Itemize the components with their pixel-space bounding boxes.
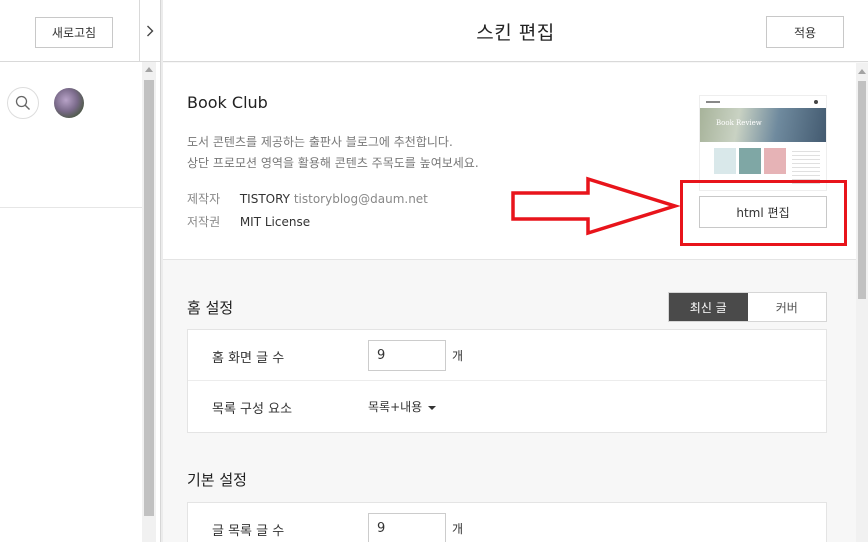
preview-card bbox=[764, 148, 786, 174]
description-line: 상단 프로모션 영역을 활용해 콘텐츠 주목도를 높여보세요. bbox=[187, 156, 479, 170]
scrollbar-thumb[interactable] bbox=[858, 81, 866, 299]
maker-name: TISTORY bbox=[239, 192, 290, 206]
preview-card bbox=[739, 148, 761, 174]
home-settings-title: 홈 설정 bbox=[187, 299, 234, 317]
apply-button[interactable]: 적용 bbox=[766, 16, 844, 48]
preview-nav bbox=[706, 100, 818, 104]
list-components-select[interactable]: 목록+내용 bbox=[368, 398, 437, 415]
preview-card bbox=[714, 148, 736, 174]
right-scrollbar[interactable] bbox=[856, 63, 868, 542]
home-settings-card: 홈 화면 글 수 개 목록 구성 요소 목록+내용 bbox=[187, 329, 827, 433]
select-value: 목록+내용 bbox=[368, 400, 423, 414]
skin-description: 도서 콘텐츠를 제공하는 출판사 블로그에 추천합니다. 상단 프로모션 영역을… bbox=[187, 132, 479, 174]
license-row: 저작권 MIT License bbox=[187, 213, 310, 230]
unit-label: 개 bbox=[452, 349, 464, 363]
preview-hero: Book Review bbox=[700, 108, 826, 142]
divider bbox=[0, 207, 142, 208]
tab-latest-posts[interactable]: 최신 글 bbox=[669, 293, 748, 321]
home-post-count-label: 홈 화면 글 수 bbox=[212, 351, 285, 366]
preview-hero-text: Book Review bbox=[716, 119, 762, 127]
red-arrow-icon bbox=[511, 176, 680, 236]
license-value: MIT License bbox=[239, 215, 311, 229]
unit-label: 개 bbox=[452, 522, 464, 536]
settings-row: 글 목록 글 수 개 bbox=[188, 503, 826, 542]
maker-email: tistoryblog@daum.net bbox=[293, 192, 428, 206]
maker-label: 제작자 bbox=[187, 192, 221, 206]
skin-name: Book Club bbox=[187, 93, 268, 112]
scrollbar-thumb[interactable] bbox=[144, 80, 154, 516]
editor-header: 스킨 편집 적용 bbox=[163, 0, 868, 62]
avatar[interactable] bbox=[54, 88, 84, 118]
scroll-up-icon[interactable] bbox=[145, 67, 153, 72]
scroll-up-icon[interactable] bbox=[858, 69, 866, 74]
home-type-toggle: 최신 글 커버 bbox=[668, 292, 827, 322]
license-label: 저작권 bbox=[187, 215, 221, 229]
maker-row: 제작자 TISTORY tistoryblog@daum.net bbox=[187, 190, 428, 207]
highlight-box bbox=[680, 180, 847, 246]
refresh-button[interactable]: 새로고침 bbox=[35, 17, 113, 48]
left-header: 새로고침 bbox=[0, 0, 160, 62]
search-icon bbox=[15, 95, 30, 110]
list-components-label: 목록 구성 요소 bbox=[212, 402, 293, 417]
settings-row: 목록 구성 요소 목록+내용 bbox=[188, 381, 826, 432]
caret-down-icon bbox=[428, 405, 437, 410]
page-title: 스킨 편집 bbox=[476, 22, 555, 44]
left-scrollbar[interactable] bbox=[142, 62, 156, 542]
description-line: 도서 콘텐츠를 제공하는 출판사 블로그에 추천합니다. bbox=[187, 135, 453, 149]
basic-settings-title: 기본 설정 bbox=[187, 471, 247, 489]
chevron-right-icon bbox=[147, 25, 154, 37]
left-panel: 새로고침 bbox=[0, 0, 160, 542]
preview-text-lines bbox=[792, 148, 820, 184]
skin-preview-thumbnail: Book Review bbox=[699, 95, 827, 191]
list-post-count-input[interactable] bbox=[368, 513, 446, 542]
settings-row: 홈 화면 글 수 개 bbox=[188, 330, 826, 381]
collapse-panel-button[interactable] bbox=[139, 0, 160, 62]
home-post-count-input[interactable] bbox=[368, 340, 446, 371]
basic-settings-card: 글 목록 글 수 개 bbox=[187, 502, 827, 542]
skin-info: Book Club 도서 콘텐츠를 제공하는 출판사 블로그에 추천합니다. 상… bbox=[163, 63, 856, 260]
right-panel: 스킨 편집 적용 Book Club 도서 콘텐츠를 제공하는 출판사 블로그에… bbox=[163, 0, 868, 542]
skin-editor: 새로고침 스킨 편집 적용 Book Club 도서 콘텐츠를 제공하는 출판사… bbox=[0, 0, 868, 542]
tab-cover[interactable]: 커버 bbox=[747, 293, 826, 321]
list-post-count-label: 글 목록 글 수 bbox=[212, 524, 285, 539]
search-button[interactable] bbox=[7, 87, 39, 119]
